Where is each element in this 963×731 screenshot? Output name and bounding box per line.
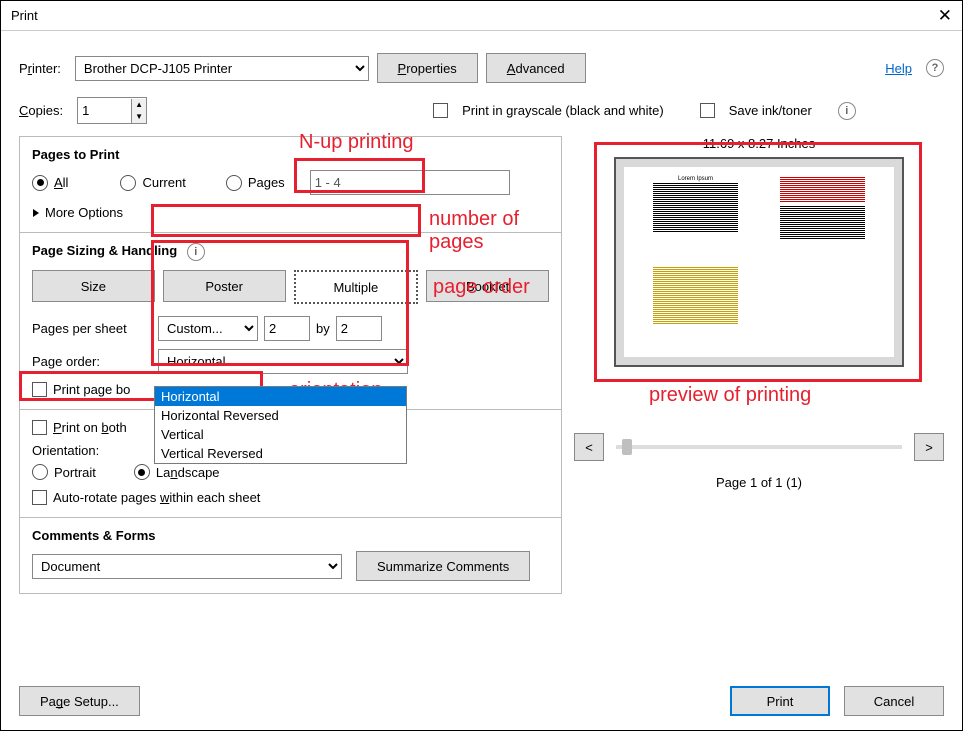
page-order-select[interactable]: Horizontal <box>158 349 408 374</box>
print-dialog: Print ✕ Printer: Brother DCP-J105 Printe… <box>0 0 963 731</box>
prev-page-button[interactable]: < <box>574 433 604 461</box>
pages-per-sheet-rows[interactable] <box>336 316 382 341</box>
pages-range-input[interactable] <box>310 170 510 195</box>
preview-page: Lorem Ipsum <box>643 173 748 255</box>
page-order-option[interactable]: Horizontal <box>155 387 406 406</box>
page-order-dropdown-open[interactable]: Horizontal Horizontal Reversed Vertical … <box>154 386 407 464</box>
tab-booklet[interactable]: Booklet <box>426 270 549 302</box>
sizing-info-icon[interactable]: i <box>187 243 205 261</box>
copies-row: Copies: ▲▼ Print in grayscale (black and… <box>19 97 944 124</box>
print-preview: Lorem Ipsum <box>614 157 904 367</box>
grayscale-checkbox[interactable] <box>433 103 448 118</box>
tab-poster[interactable]: Poster <box>163 270 286 302</box>
dialog-footer: Page Setup... Print Cancel <box>19 676 944 716</box>
page-order-option[interactable]: Horizontal Reversed <box>155 406 406 425</box>
help-info-icon[interactable]: ? <box>926 59 944 77</box>
grayscale-label: Print in grayscale (black and white) <box>462 103 664 118</box>
help-link[interactable]: Help <box>885 61 912 76</box>
copies-label: Copies: <box>19 103 63 118</box>
properties-button[interactable]: Properties <box>377 53 478 83</box>
preview-page <box>643 263 748 345</box>
print-button[interactable]: Print <box>730 686 830 716</box>
annotation-text: preview of printing <box>649 384 811 407</box>
chevron-right-icon <box>33 209 39 217</box>
tab-size[interactable]: Size <box>32 270 155 302</box>
close-icon[interactable]: ✕ <box>938 7 952 24</box>
preview-page <box>770 173 875 255</box>
more-options-toggle[interactable]: More Options <box>32 205 549 220</box>
pages-to-print-heading: Pages to Print <box>32 147 549 162</box>
radio-pages-label: Pages <box>248 175 285 190</box>
page-setup-button[interactable]: Page Setup... <box>19 686 140 716</box>
radio-all[interactable] <box>32 175 48 191</box>
print-both-sides-checkbox[interactable] <box>32 420 47 435</box>
page-slider[interactable] <box>616 445 902 449</box>
radio-current[interactable] <box>120 175 136 191</box>
cancel-button[interactable]: Cancel <box>844 686 944 716</box>
print-page-border-checkbox[interactable] <box>32 382 47 397</box>
page-order-option[interactable]: Vertical <box>155 425 406 444</box>
comments-panel: Comments & Forms Document Summarize Comm… <box>19 518 562 594</box>
saveink-checkbox[interactable] <box>700 103 715 118</box>
saveink-info-icon[interactable]: i <box>838 102 856 120</box>
saveink-label: Save ink/toner <box>729 103 812 118</box>
copies-down-icon[interactable]: ▼ <box>132 111 146 123</box>
titlebar: Print ✕ <box>1 1 962 31</box>
sizing-tabs: Size Poster Multiple Booklet <box>32 270 549 304</box>
portrait-label: Portrait <box>54 465 96 480</box>
pages-per-sheet-label: Pages per sheet <box>32 321 152 336</box>
comments-select[interactable]: Document <box>32 554 342 579</box>
page-order-option[interactable]: Vertical Reversed <box>155 444 406 463</box>
copies-up-icon[interactable]: ▲ <box>132 99 146 111</box>
print-page-border-label: Print page bo <box>53 382 130 397</box>
slider-thumb[interactable] <box>622 439 632 455</box>
page-sizing-panel: Page Sizing & Handling i Size Poster Mul… <box>19 233 562 410</box>
radio-landscape[interactable] <box>134 464 150 480</box>
printer-select[interactable]: Brother DCP-J105 Printer <box>75 56 369 81</box>
page-sizing-heading: Page Sizing & Handling <box>32 243 177 258</box>
printer-row: Printer: Brother DCP-J105 Printer Proper… <box>19 53 944 83</box>
radio-pages[interactable] <box>226 175 242 191</box>
auto-rotate-checkbox[interactable] <box>32 490 47 505</box>
radio-portrait[interactable] <box>32 464 48 480</box>
advanced-button[interactable]: Advanced <box>486 53 586 83</box>
summarize-comments-button[interactable]: Summarize Comments <box>356 551 530 581</box>
pages-per-sheet-cols[interactable] <box>264 316 310 341</box>
copies-spinner[interactable]: ▲▼ <box>77 97 147 124</box>
page-counter: Page 1 of 1 (1) <box>716 475 802 490</box>
tab-multiple[interactable]: Multiple <box>294 270 419 304</box>
next-page-button[interactable]: > <box>914 433 944 461</box>
pages-to-print-panel: Pages to Print All Current Pages More Op… <box>19 136 562 233</box>
window-title: Print <box>11 8 38 23</box>
pages-per-sheet-select[interactable]: Custom... <box>158 316 258 341</box>
comments-heading: Comments & Forms <box>32 528 549 543</box>
page-order-label: Page order: <box>32 354 152 369</box>
printer-label: Printer: <box>19 61 61 76</box>
preview-dimensions: 11.69 x 8.27 Inches <box>703 136 816 151</box>
copies-input[interactable] <box>78 99 131 122</box>
